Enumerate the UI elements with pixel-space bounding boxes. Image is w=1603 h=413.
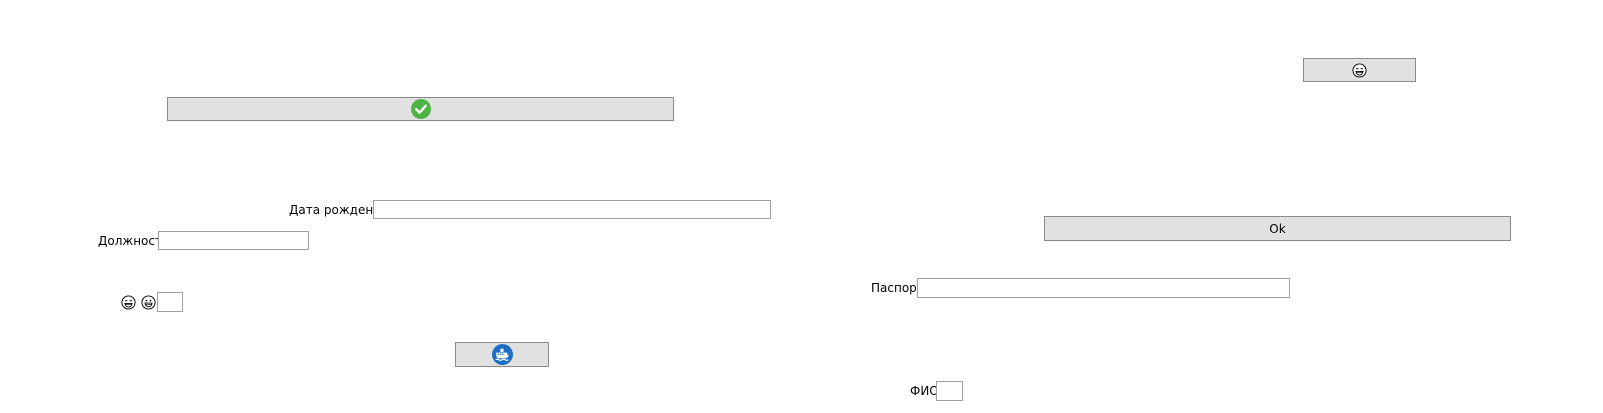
grinning-sweat-emoji-icon xyxy=(121,295,136,310)
fio-label: ФИО xyxy=(910,384,939,398)
small-input-field[interactable] xyxy=(157,292,183,312)
confirm-check-button[interactable] xyxy=(167,97,674,121)
fio-field[interactable] xyxy=(936,381,963,401)
ship-button[interactable] xyxy=(455,342,549,367)
birth-date-field[interactable] xyxy=(373,200,771,219)
emoji-button[interactable] xyxy=(1303,58,1416,82)
position-field[interactable] xyxy=(158,231,309,250)
passport-field[interactable] xyxy=(917,278,1290,298)
grinning-sweat-emoji-icon xyxy=(1352,62,1367,78)
ok-button[interactable]: Ok xyxy=(1044,216,1511,241)
passport-label: Паспорт xyxy=(871,281,924,295)
grinning-emoji-icon xyxy=(141,295,156,310)
ship-icon xyxy=(491,344,513,365)
check-icon xyxy=(410,99,431,119)
